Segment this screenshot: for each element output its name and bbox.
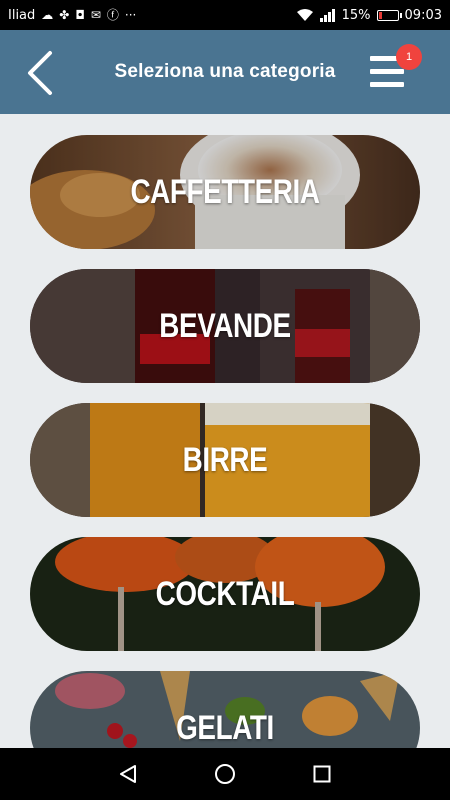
- nav-home-button[interactable]: [205, 754, 245, 794]
- menu-button[interactable]: 1: [370, 44, 422, 90]
- category-gelati[interactable]: GELATI: [30, 671, 420, 748]
- battery-icon: [376, 9, 402, 21]
- signal-icon: [319, 9, 335, 22]
- battery-percent: 15%: [341, 7, 371, 23]
- category-label: CAFFETTERIA: [130, 172, 320, 211]
- more-icon: ···: [124, 8, 137, 22]
- category-label: GELATI: [176, 708, 274, 747]
- status-left: Iliad ☁ ✤ ◘ ✉ ⓕ ···: [8, 8, 136, 23]
- notification-badge: 1: [396, 44, 422, 70]
- shield-icon: ◘: [75, 8, 85, 22]
- category-bevande[interactable]: BEVANDE: [30, 269, 420, 383]
- circle-home-icon: [214, 764, 235, 784]
- category-label: COCKTAIL: [155, 574, 295, 613]
- nav-back-button[interactable]: [108, 754, 148, 794]
- status-bar: Iliad ☁ ✤ ◘ ✉ ⓕ ··· 15% 09:03: [0, 0, 450, 30]
- category-birre[interactable]: BIRRE: [30, 403, 420, 517]
- app-header: Seleziona una categoria 1: [0, 30, 450, 114]
- category-cocktail[interactable]: COCKTAIL: [30, 537, 420, 651]
- pinwheel-icon: ✤: [59, 8, 70, 22]
- square-recents-icon: [313, 765, 331, 783]
- facebook-icon: ⓕ: [106, 8, 119, 22]
- clock: 09:03: [404, 7, 442, 23]
- mail-icon: ✉: [90, 8, 101, 22]
- wifi-icon: [296, 9, 313, 21]
- nav-recents-button[interactable]: [302, 754, 342, 794]
- cloud-icon: ☁: [41, 8, 54, 22]
- category-list: CAFFETTERIA BEVANDE BIRRE COCKTAIL GELAT…: [0, 114, 450, 748]
- category-label: BIRRE: [182, 440, 268, 479]
- page-title: Seleziona una categoria: [114, 61, 336, 82]
- hamburger-bar: [370, 82, 404, 87]
- category-label: BEVANDE: [159, 306, 291, 345]
- back-button[interactable]: [22, 50, 58, 96]
- category-caffetteria[interactable]: CAFFETTERIA: [30, 135, 420, 249]
- navigation-bar: [0, 748, 450, 800]
- status-right: 15% 09:03: [296, 8, 442, 23]
- chevron-left-icon: [28, 51, 52, 95]
- carrier-name: Iliad: [8, 7, 36, 23]
- hamburger-bar: [370, 69, 404, 74]
- triangle-back-icon: [120, 765, 137, 783]
